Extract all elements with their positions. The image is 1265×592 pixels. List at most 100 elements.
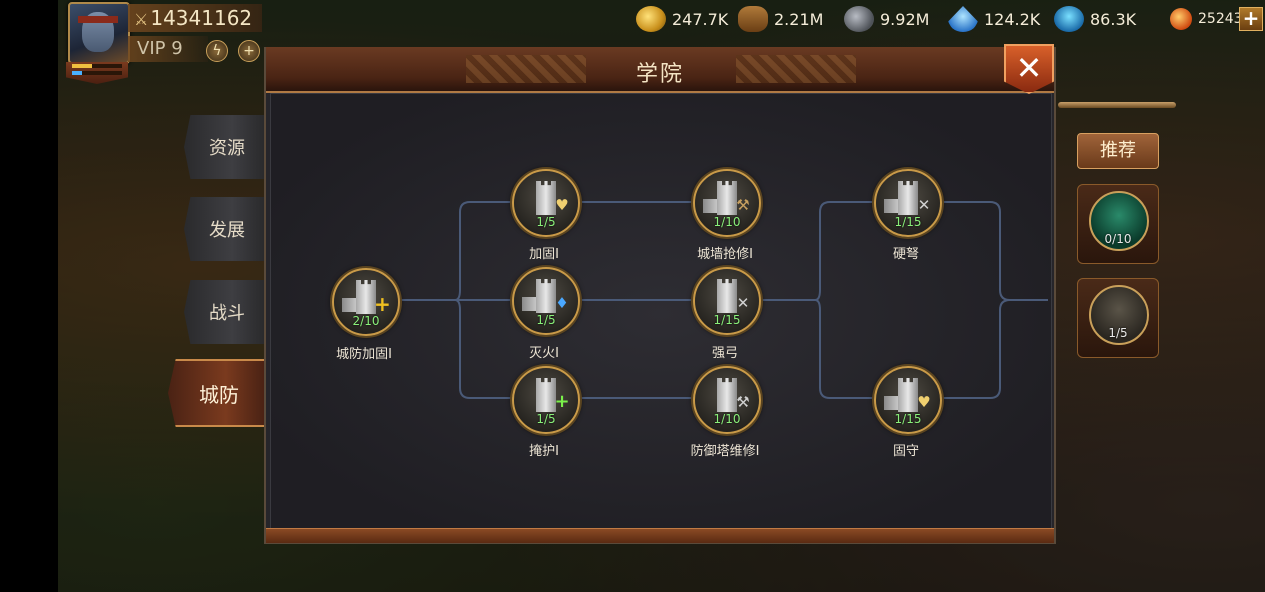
vip-label[interactable]: VIP 9 [137,38,183,59]
tech-node-hold-firm[interactable]: ♥ 1/15 [874,366,942,434]
tower-icon [717,378,737,412]
tech-level: 1/10 [713,215,741,229]
tab-combat[interactable]: 战斗 [184,280,264,344]
tower-icon [536,279,556,313]
wall-icon [342,298,358,312]
tab-resources-label: 资源 [209,138,245,159]
tech-node-hard-crossbow[interactable]: ✕ 1/15 [874,169,942,237]
crystal-icon [948,6,978,32]
lightning-icon[interactable]: ϟ [206,40,228,62]
gem-icon [1170,8,1192,30]
tech-node-city-defense-reinforce[interactable]: + 2/10 [332,268,400,336]
buy-gems-button[interactable]: + [1239,7,1263,31]
tech-label: 掩护I [529,444,559,459]
tech-level: 1/5 [536,313,556,327]
game-screen: ⚔ 14341162 VIP 9 ϟ + 247.7K 2.21M 9.92M 1… [0,0,1265,592]
tower-icon [536,378,556,412]
tab-city-defense[interactable]: 城防 [168,359,264,427]
tab-city-defense-label: 城防 [199,382,239,407]
tech-node-ring: ✕ 1/15 [874,169,942,237]
resource-crystal[interactable]: 124.2K [948,6,1040,32]
tab-development[interactable]: 发展 [184,197,264,261]
wood-logs-icon [738,6,768,32]
tech-node-ring: + 2/10 [332,268,400,336]
tower-icon [898,378,918,412]
add-buff-button[interactable]: + [238,40,260,62]
power-value: 14341162 [150,6,253,30]
resource-wood[interactable]: 2.21M [738,6,823,32]
wall-icon [703,199,719,213]
tab-resources[interactable]: 资源 [184,115,264,179]
stamina-bar [72,64,122,68]
power-display: ⚔ 14341162 [134,6,252,30]
modal-title: 学院 [635,62,684,87]
resource-gems[interactable]: 25243 [1170,6,1243,32]
avatar-headband [78,16,118,23]
tech-node-shelter[interactable]: + 1/5 [512,366,580,434]
crossed-swords-icon: ⚔ [134,10,149,29]
heart-badge-icon: ♥ [917,393,931,411]
tech-node-ring: ♥ 1/15 [874,366,942,434]
crossed-arrows-icon: ✕ [736,294,750,312]
tower-icon [717,181,737,215]
exp-bar [72,71,122,75]
tech-node-ring: ✕ 1/15 [693,267,761,335]
player-avatar[interactable] [68,2,130,64]
ore-icon [844,6,874,32]
mana-value: 86.3K [1090,9,1137,29]
side-panel-rod [1058,102,1176,108]
wrench-badge-icon: ⚒ [736,393,750,411]
mana-icon [1054,6,1084,32]
tech-level: 1/5 [536,412,556,426]
tech-node-tower-repair[interactable]: ⚒ 1/10 [693,366,761,434]
stone-value: 9.92M [880,9,930,29]
resource-stone[interactable]: 9.92M [844,6,929,32]
plus-badge-icon: + [374,292,391,316]
tech-label: 固守 [892,444,919,459]
tab-combat-label: 战斗 [209,303,245,324]
crossbow-badge-icon: ✕ [917,196,931,214]
tower-icon [717,279,737,313]
gold-coins-icon [636,6,666,32]
tech-label: 加固I [529,247,559,262]
tech-node-extinguish[interactable]: ♦ 1/5 [512,267,580,335]
tech-node-ring: ♥ 1/5 [512,169,580,237]
wall-icon [522,297,538,311]
letterbox-bar [0,0,58,592]
tech-label: 城墙抢修I [697,247,753,262]
resource-mana[interactable]: 86.3K [1054,6,1136,32]
gems-value: 25243 [1198,11,1243,27]
tech-node-ring: ⚒ 1/10 [693,366,761,434]
wood-value: 2.21M [774,9,824,29]
side-slot-boost-count: 0/10 [1104,232,1132,246]
gold-value: 247.7K [672,9,729,29]
wall-icon [884,199,900,213]
tech-level: 1/15 [894,412,922,426]
wall-icon [884,396,900,410]
tech-level: 1/5 [536,215,556,229]
tech-label: 强弓 [711,346,738,361]
modal-footer-trim [266,528,1054,543]
tech-node-wall-repair[interactable]: ⚒ 1/10 [693,169,761,237]
tech-level: 1/10 [713,412,741,426]
tech-level: 1/15 [894,215,922,229]
hammer-badge-icon: ⚒ [736,196,750,214]
green-plus-icon: + [554,391,570,412]
tech-node-strong-bow[interactable]: ✕ 1/15 [693,267,761,335]
side-slot-tower[interactable]: 1/5 [1077,278,1159,358]
tech-node-ring: ♦ 1/5 [512,267,580,335]
tab-development-label: 发展 [209,220,245,241]
recommend-button[interactable]: 推荐 [1077,133,1159,169]
resource-gold[interactable]: 247.7K [636,6,728,32]
tech-label: 硬弩 [892,247,919,262]
tech-label: 城防加固I [336,347,392,362]
crystal-value: 124.2K [984,9,1041,29]
tech-level: 1/15 [713,313,741,327]
water-drop-icon: ♦ [555,294,569,312]
tech-node-ring: + 1/5 [512,366,580,434]
tower-icon [898,181,918,215]
tech-node-reinforce[interactable]: ♥ 1/5 [512,169,580,237]
heart-badge-icon: ♥ [555,196,569,214]
tech-node-ring: ⚒ 1/10 [693,169,761,237]
side-slot-boost[interactable]: 0/10 [1077,184,1159,264]
